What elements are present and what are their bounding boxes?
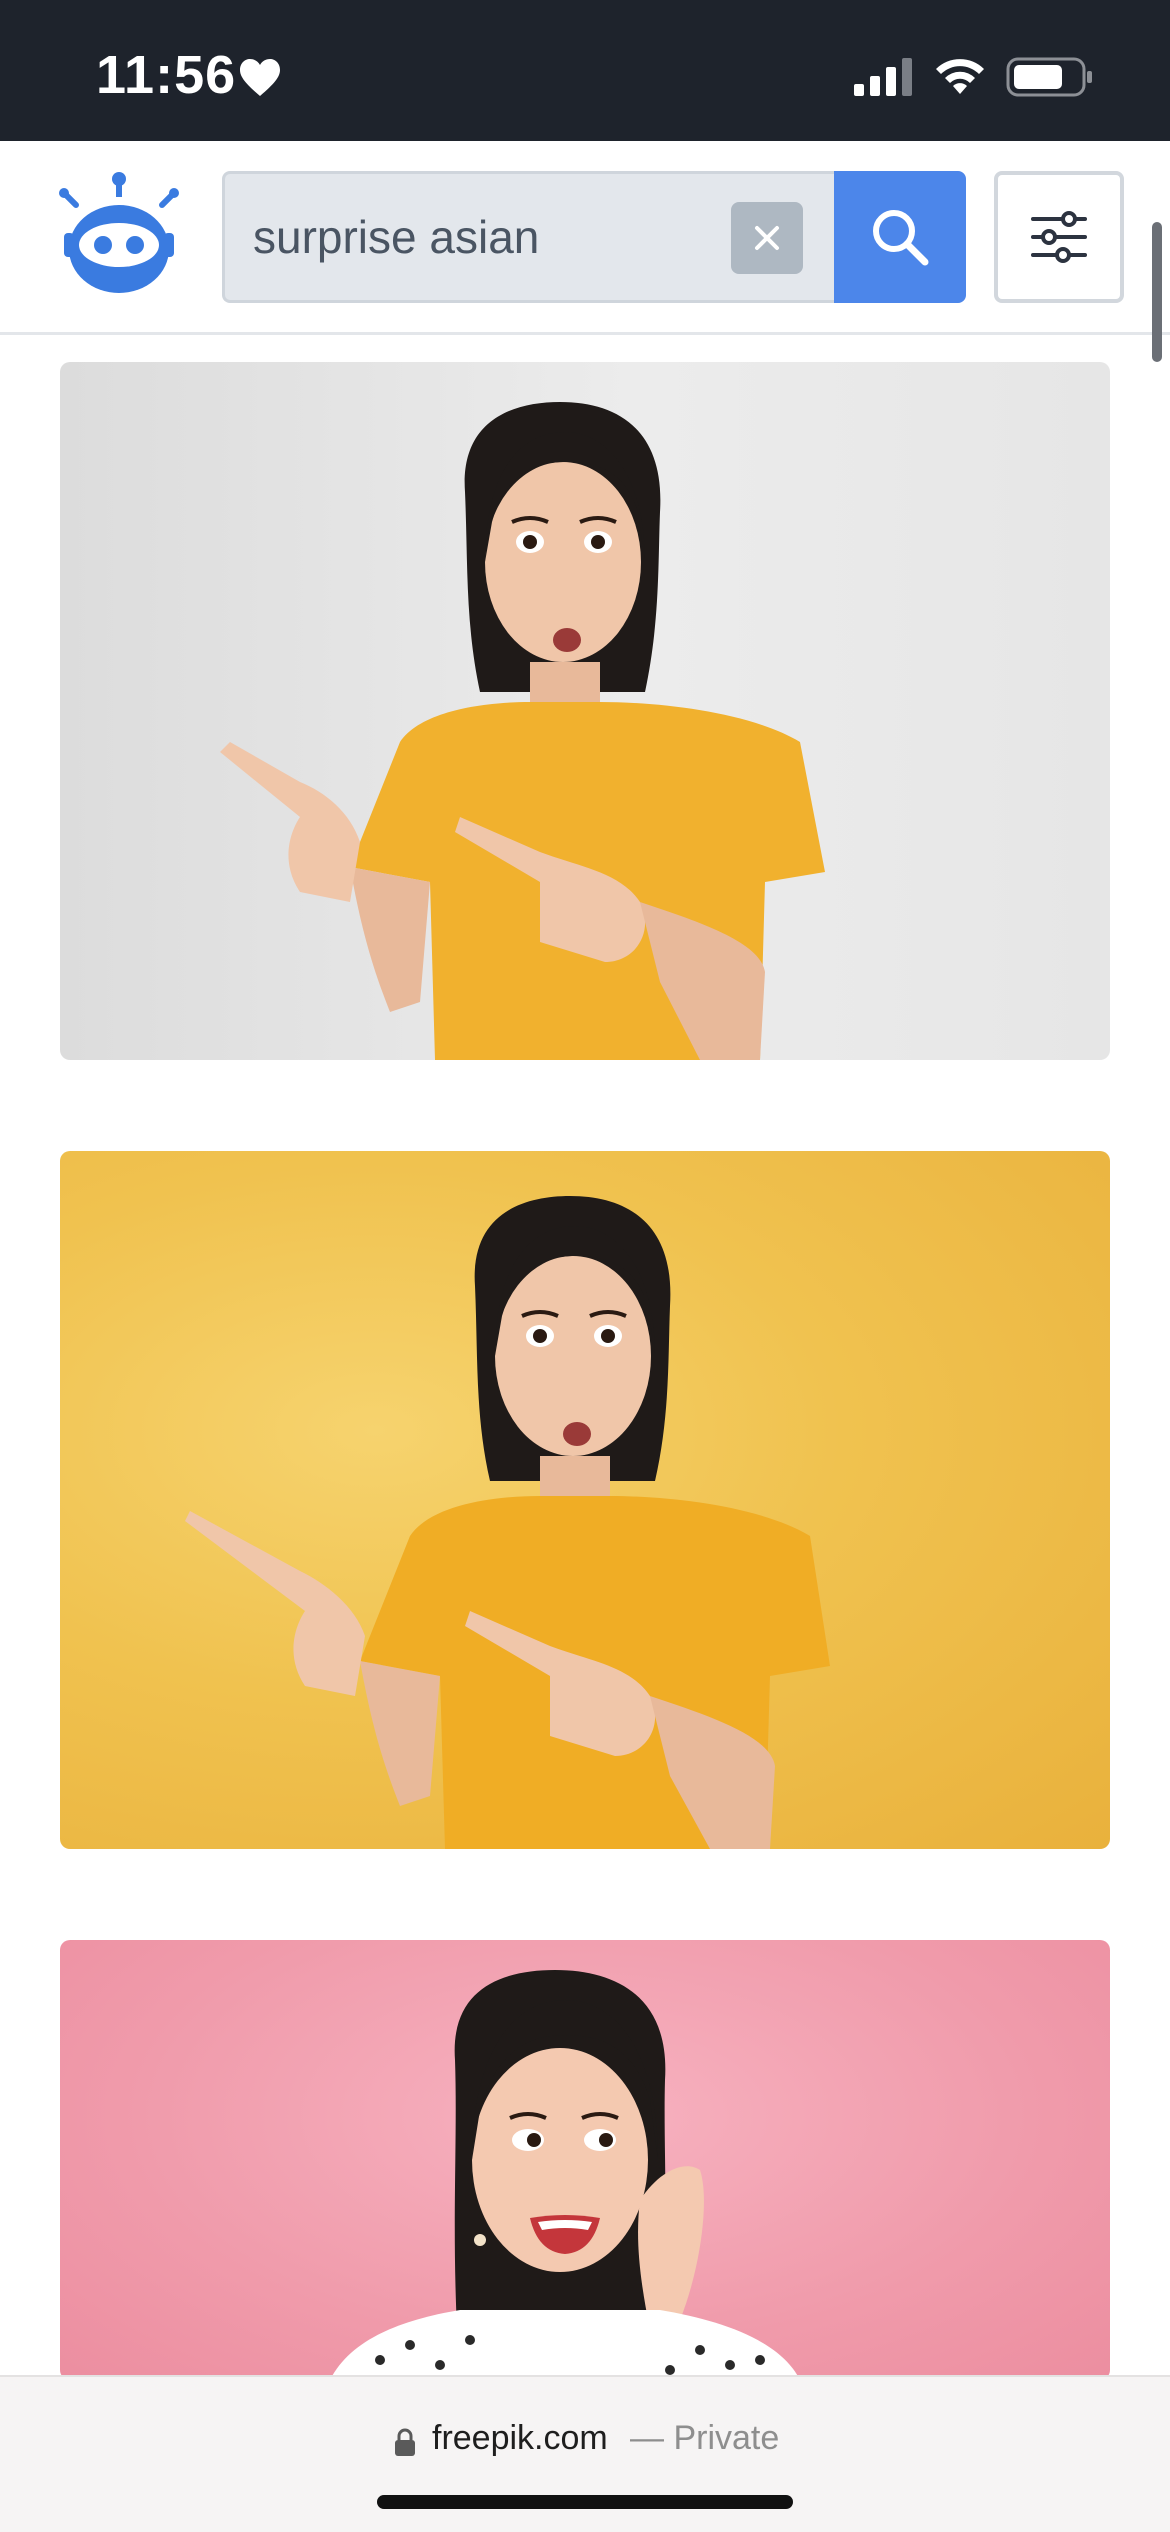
status-bar: 11:56 [0, 0, 1170, 141]
photo-woman-surprised [330, 1970, 800, 2380]
home-indicator[interactable] [377, 2495, 793, 2509]
result-image[interactable] [60, 1151, 1110, 1849]
result-image[interactable] [60, 1940, 1110, 2380]
robot-logo-icon[interactable] [56, 169, 182, 295]
heart-icon [240, 59, 280, 96]
lock-icon [395, 2428, 415, 2456]
wifi-icon [936, 59, 984, 94]
photo-woman-pointing [220, 402, 825, 1060]
cellular-signal-icon [854, 58, 912, 96]
status-time: 11:56 [96, 45, 237, 105]
sliders-icon [1031, 211, 1087, 263]
browser-url-bar[interactable]: freepik.com — Private [0, 2375, 1170, 2532]
photo-woman-pointing [185, 1196, 830, 1849]
clear-search-button[interactable] [731, 202, 803, 274]
search-box [222, 171, 836, 303]
result-image[interactable] [60, 362, 1110, 1060]
battery-icon [1006, 57, 1092, 97]
search-input[interactable] [253, 174, 713, 300]
search-header [0, 141, 1170, 335]
search-button[interactable] [834, 171, 966, 303]
filter-button[interactable] [994, 171, 1124, 303]
close-icon [755, 226, 779, 250]
search-icon [873, 210, 929, 266]
private-mode-label: — Private [630, 2419, 780, 2457]
url-domain: freepik.com [432, 2419, 608, 2457]
scrollbar[interactable] [1152, 222, 1162, 362]
